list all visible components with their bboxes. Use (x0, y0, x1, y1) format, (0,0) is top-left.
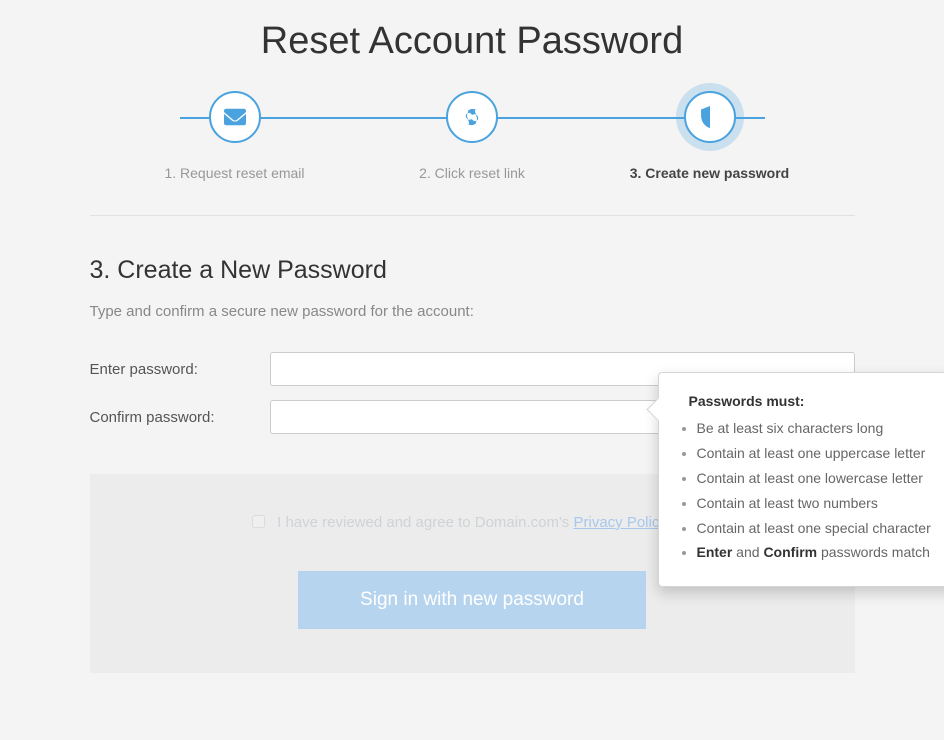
tooltip-rules-list: Be at least six characters long Contain … (667, 419, 939, 562)
sign-in-button[interactable]: Sign in with new password (298, 571, 646, 629)
page-title: Reset Account Password (90, 20, 855, 63)
divider (90, 215, 855, 216)
envelope-icon (209, 91, 261, 143)
tooltip-title: Passwords must: (689, 393, 939, 409)
step-create-password: 3. Create new password (620, 91, 800, 181)
step-click-link: 2. Click reset link (382, 91, 562, 181)
tooltip-rule: Contain at least one lowercase letter (697, 469, 939, 488)
step-label: 2. Click reset link (382, 165, 562, 181)
tooltip-rule: Contain at least two numbers (697, 494, 939, 513)
section-heading: 3. Create a New Password (90, 256, 855, 285)
step-request-email: 1. Request reset email (145, 91, 325, 181)
enter-password-label: Enter password: (90, 361, 270, 378)
section-instruction: Type and confirm a secure new password f… (90, 303, 855, 320)
step-label: 3. Create new password (620, 165, 800, 181)
agreement-text-before: I have reviewed and agree to Domain.com'… (277, 514, 573, 531)
tooltip-rule: Contain at least one special character (697, 519, 939, 538)
step-label: 1. Request reset email (145, 165, 325, 181)
shield-icon (684, 91, 736, 143)
stepper: 1. Request reset email 2. Click reset li… (90, 91, 855, 181)
tooltip-rule: Contain at least one uppercase letter (697, 444, 939, 463)
tooltip-rule-match: Enter and Confirm passwords match (697, 543, 939, 562)
confirm-password-label: Confirm password: (90, 409, 270, 426)
privacy-policy-link[interactable]: Privacy Policy (573, 514, 666, 531)
link-icon (446, 91, 498, 143)
agreement-checkbox[interactable] (252, 515, 265, 528)
password-rules-tooltip: Passwords must: Be at least six characte… (658, 372, 944, 587)
tooltip-rule: Be at least six characters long (697, 419, 939, 438)
